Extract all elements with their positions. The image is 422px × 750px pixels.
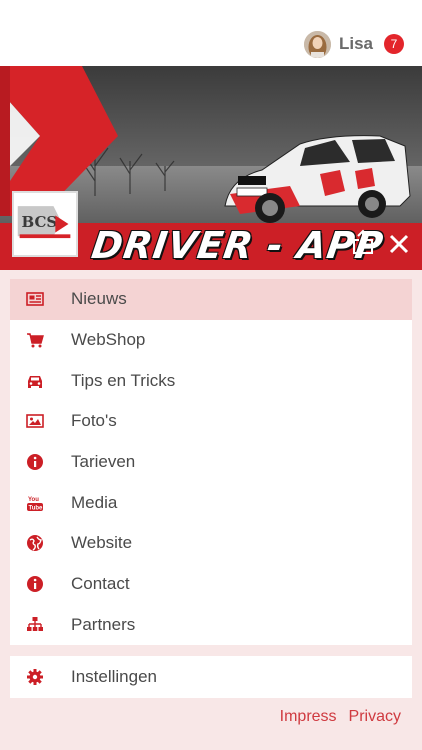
- svg-text:BCS: BCS: [22, 213, 58, 231]
- menu-label: Website: [71, 533, 133, 553]
- sitemap-icon: [25, 615, 44, 634]
- svg-text:Tube: Tube: [28, 505, 43, 511]
- car-icon: [25, 371, 44, 390]
- impress-link[interactable]: Impress: [280, 708, 337, 726]
- info-icon: [25, 575, 44, 594]
- menu-label: Media: [71, 492, 118, 512]
- svg-text:You: You: [28, 497, 39, 503]
- cart-icon: [25, 331, 44, 350]
- menu-item-instellingen[interactable]: Instellingen: [10, 656, 412, 698]
- app-title: DRIVER - APP: [88, 224, 387, 267]
- notification-badge[interactable]: 7: [384, 34, 404, 54]
- menu-item-website[interactable]: Website: [10, 523, 412, 564]
- menu-item-partners[interactable]: Partners: [10, 605, 412, 646]
- share-icon[interactable]: [352, 229, 374, 255]
- menu-label: WebShop: [71, 330, 146, 350]
- gear-icon: [25, 668, 44, 687]
- youtube-icon: You Tube: [25, 493, 44, 512]
- image-icon: [25, 412, 44, 431]
- info-icon: [25, 453, 44, 472]
- menu-label: Foto's: [71, 411, 117, 431]
- menu-label: Nieuws: [71, 289, 127, 309]
- user-profile[interactable]: Lisa 7: [303, 29, 404, 59]
- user-name[interactable]: Lisa: [339, 34, 373, 54]
- menu-item-nieuws[interactable]: Nieuws: [10, 279, 412, 320]
- newspaper-icon: [25, 290, 44, 309]
- top-bar: Lisa 7: [0, 0, 422, 66]
- avatar[interactable]: [303, 30, 331, 58]
- menu-item-contact[interactable]: Contact: [10, 564, 412, 605]
- menu-label: Contact: [71, 574, 130, 594]
- menu-item-tarieven[interactable]: Tarieven: [10, 442, 412, 483]
- close-icon[interactable]: [389, 234, 409, 254]
- menu-item-fotos[interactable]: Foto's: [10, 401, 412, 442]
- menu-item-media[interactable]: You Tube Media: [10, 482, 412, 523]
- company-logo: BCS: [12, 191, 78, 257]
- globe-icon: [25, 534, 44, 553]
- footer-links: Impress Privacy: [280, 708, 401, 726]
- menu-label: Tarieven: [71, 452, 136, 472]
- hero-banner: DRIVER - APP BCS: [0, 66, 422, 270]
- menu-item-webshop[interactable]: WebShop: [10, 320, 412, 361]
- privacy-link[interactable]: Privacy: [349, 708, 401, 726]
- navigation-menu: Nieuws WebShop Tips en Tricks Foto's Tar…: [10, 279, 412, 645]
- menu-item-tips-en-tricks[interactable]: Tips en Tricks: [10, 360, 412, 401]
- menu-label: Tips en Tricks: [71, 370, 176, 390]
- menu-label: Partners: [71, 614, 136, 634]
- menu-label: Instellingen: [71, 667, 158, 686]
